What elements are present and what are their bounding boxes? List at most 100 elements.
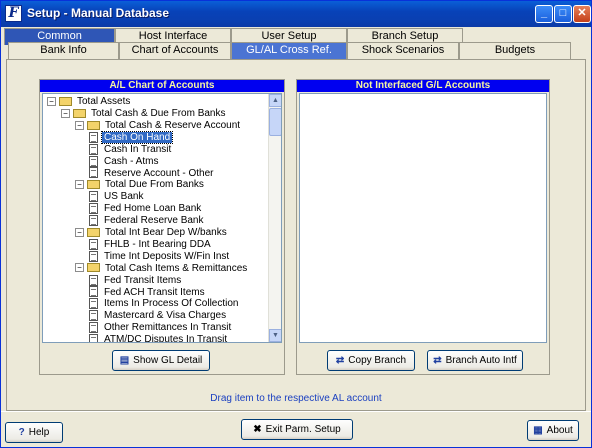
- document-icon: [89, 322, 98, 334]
- drag-hint-text: Drag item to the respective AL account: [210, 393, 382, 404]
- tree-node-label: Total Cash & Reserve Account: [105, 119, 241, 131]
- tree-folder-node[interactable]: − Total Due From Banks: [75, 179, 206, 191]
- tree-node-label: Total Int Bear Dep W/banks: [105, 226, 227, 238]
- tree-node-label: Reserve Account - Other: [104, 167, 214, 179]
- folder-open-icon: [73, 108, 86, 118]
- document-icon: [89, 274, 98, 286]
- document-icon: [89, 286, 98, 298]
- tab-gl-al-cross-ref[interactable]: GL/AL Cross Ref.: [231, 42, 347, 59]
- copy-branch-button[interactable]: ⇄ Copy Branch: [327, 350, 415, 371]
- about-button[interactable]: ▦ About: [527, 420, 579, 441]
- collapse-icon[interactable]: −: [75, 120, 84, 130]
- tab-shock-scenarios[interactable]: Shock Scenarios: [347, 42, 459, 59]
- tree-node-label: Other Remittances In Transit: [104, 322, 232, 334]
- scroll-thumb[interactable]: [269, 108, 281, 136]
- tree-node-label: Fed Transit Items: [104, 274, 182, 286]
- folder-open-icon: [87, 263, 100, 273]
- exit-parm-setup-button[interactable]: ✖ Exit Parm. Setup: [241, 419, 353, 440]
- minimize-button[interactable]: _: [535, 5, 553, 23]
- document-icon: [89, 310, 98, 322]
- tab-bank-info[interactable]: Bank Info: [8, 42, 119, 59]
- tree-node-label: Cash - Atms: [104, 155, 159, 167]
- collapse-icon[interactable]: −: [47, 96, 56, 106]
- help-button[interactable]: ? Help: [5, 422, 63, 443]
- transfer-icon: ⇄: [433, 355, 442, 366]
- tab-budgets[interactable]: Budgets: [459, 42, 571, 59]
- document-icon: [89, 250, 98, 262]
- gl-accounts-title: Not Interfaced G/L Accounts: [297, 80, 549, 92]
- tree-node-label: ATM/DC Disputes In Transit: [104, 334, 228, 343]
- collapse-icon[interactable]: −: [75, 263, 84, 273]
- folder-open-icon: [87, 120, 100, 130]
- tree-node-label: Federal Reserve Bank: [104, 215, 204, 227]
- folder-open-icon: [87, 180, 100, 190]
- document-icon: [89, 155, 98, 167]
- tree-account-node[interactable]: ATM/DC Disputes In Transit: [89, 334, 229, 343]
- branch-auto-intf-button[interactable]: ⇄ Branch Auto Intf: [427, 350, 523, 371]
- transfer-icon: ⇄: [335, 355, 345, 366]
- show-gl-detail-button[interactable]: ▤ Show GL Detail: [112, 350, 210, 371]
- scroll-up-icon[interactable]: ▲: [269, 94, 281, 107]
- tree-folder-node[interactable]: − Total Cash & Reserve Account: [75, 120, 242, 132]
- collapse-icon[interactable]: −: [75, 180, 84, 190]
- tree-account-node[interactable]: Fed ACH Transit Items: [89, 286, 207, 298]
- tree-account-node[interactable]: Reserve Account - Other: [89, 167, 216, 179]
- document-icon: [89, 298, 98, 310]
- tree-node-label: Cash On Hand: [100, 130, 174, 144]
- gl-accounts-group: Not Interfaced G/L Accounts ⇄ Copy Branch…: [296, 79, 550, 375]
- document-icon: [89, 238, 98, 250]
- tree-account-node[interactable]: Fed Transit Items: [89, 274, 183, 287]
- al-chart-tree[interactable]: − Total Assets − Total Cash & Due From Bank…: [42, 93, 282, 343]
- gl-accounts-list[interactable]: [299, 93, 547, 343]
- maximize-button[interactable]: □: [554, 5, 572, 23]
- document-icon: [89, 143, 98, 155]
- collapse-icon[interactable]: −: [61, 108, 70, 118]
- al-tree-scrollbar[interactable]: ▲ ▼: [268, 94, 281, 342]
- tree-account-node[interactable]: Cash On Hand: [89, 130, 174, 144]
- tree-folder-node[interactable]: − Total Cash & Due From Banks: [61, 108, 228, 120]
- window-title: Setup - Manual Database: [27, 6, 170, 20]
- tree-account-node[interactable]: FHLB - Int Bearing DDA: [89, 238, 213, 251]
- tree-node-label: Mastercard & Visa Charges: [104, 310, 227, 322]
- tree-account-node[interactable]: Cash - Atms: [89, 155, 160, 168]
- tree-node-label: Total Assets: [77, 96, 131, 107]
- help-icon: ?: [18, 427, 25, 438]
- info-icon: ▦: [533, 425, 543, 436]
- tree-account-node[interactable]: Time Int Deposits W/Fin Inst: [89, 250, 231, 263]
- tree-account-node[interactable]: Mastercard & Visa Charges: [89, 310, 228, 322]
- cross-ref-panel: A/L Chart of Accounts − Total Assets − Tota…: [6, 59, 586, 411]
- tree-node-label: Cash In Transit: [104, 143, 172, 155]
- tree-node-label: Fed ACH Transit Items: [104, 286, 205, 298]
- tree-account-node[interactable]: US Bank: [89, 191, 145, 203]
- close-button[interactable]: ✕: [573, 5, 591, 23]
- collapse-icon[interactable]: −: [75, 227, 84, 237]
- tree-account-node[interactable]: Items In Process Of Collection: [89, 298, 241, 310]
- footer-bar: ? Help ✖ Exit Parm. Setup ▦ About: [1, 411, 591, 447]
- folder-open-icon: [87, 227, 100, 237]
- tree-node-label: Time Int Deposits W/Fin Inst: [104, 250, 230, 262]
- document-icon: [89, 191, 98, 203]
- tree-account-node[interactable]: Cash In Transit: [89, 143, 173, 156]
- tab-chart-of-accounts[interactable]: Chart of Accounts: [119, 42, 231, 59]
- tree-folder-node[interactable]: − Total Cash Items & Remittances: [75, 263, 249, 275]
- tree-node-label: Fed Home Loan Bank: [104, 203, 202, 215]
- scroll-down-icon[interactable]: ▼: [269, 329, 281, 342]
- document-icon: [89, 215, 98, 226]
- document-icon: [89, 203, 98, 215]
- tree-node-label: Total Due From Banks: [105, 179, 204, 191]
- tree-account-node[interactable]: Federal Reserve Bank: [89, 215, 206, 227]
- setup-window: F Setup - Manual Database _ □ ✕ Common H…: [0, 0, 592, 448]
- document-icon: ▤: [119, 355, 130, 366]
- title-bar[interactable]: F Setup - Manual Database _ □ ✕: [1, 1, 591, 27]
- tree-node-label: Total Cash & Due From Banks: [91, 107, 226, 119]
- al-chart-title: A/L Chart of Accounts: [40, 80, 284, 92]
- tree-node-label: Total Cash Items & Remittances: [105, 262, 248, 274]
- tree-node-label: Items In Process Of Collection: [104, 298, 239, 310]
- tree-account-node[interactable]: Other Remittances In Transit: [89, 322, 233, 334]
- tree-node-label: US Bank: [104, 191, 144, 203]
- tree-folder-node[interactable]: − Total Assets: [47, 96, 132, 108]
- tree-account-node[interactable]: Fed Home Loan Bank: [89, 203, 203, 215]
- tree-folder-node[interactable]: − Total Int Bear Dep W/banks: [75, 227, 229, 239]
- document-icon: [89, 334, 98, 342]
- document-icon: [89, 167, 98, 179]
